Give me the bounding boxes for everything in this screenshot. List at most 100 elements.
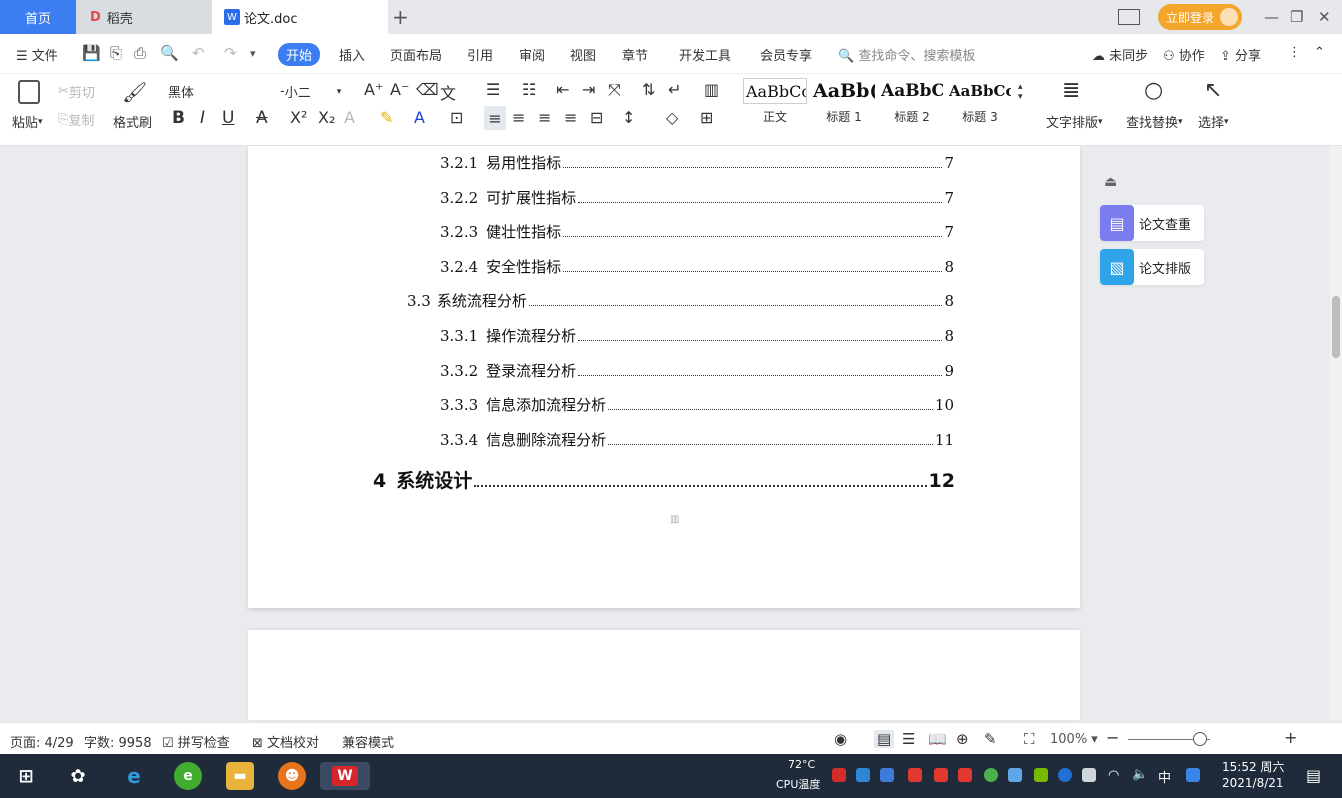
paste-button[interactable]: 粘贴 ▾ bbox=[12, 112, 43, 131]
text-layout-icon[interactable]: ≣ bbox=[1062, 78, 1080, 103]
windows-start-icon[interactable]: ⊞ bbox=[12, 762, 40, 790]
table-grid-icon[interactable]: ▥ bbox=[704, 80, 719, 99]
menu-page-layout[interactable]: 页面布局 bbox=[390, 45, 442, 64]
numbered-list-icon[interactable]: ☷ bbox=[522, 80, 536, 99]
print-icon[interactable]: ⎙ bbox=[134, 44, 146, 62]
zoom-in-icon[interactable]: + bbox=[1284, 728, 1297, 747]
toc-entry-chapter[interactable]: 4 系统设计 12 bbox=[373, 466, 955, 493]
toc-entry[interactable]: 3.3.1 操作流程分析 8 bbox=[440, 325, 954, 346]
word-count[interactable]: 字数: 9958 bbox=[84, 732, 152, 751]
toc-entry[interactable]: 3.3.4 信息删除流程分析 11 bbox=[440, 429, 954, 450]
char-border-icon[interactable]: ⊡ bbox=[450, 108, 463, 127]
browser-360-icon[interactable]: e bbox=[174, 762, 202, 790]
clock-time[interactable]: 15:52 周六 bbox=[1222, 758, 1284, 775]
shrink-font-icon[interactable]: A⁻ bbox=[390, 80, 409, 99]
menu-chapter[interactable]: 章节 bbox=[622, 45, 648, 64]
menu-insert[interactable]: 插入 bbox=[339, 45, 365, 64]
collaborate-button[interactable]: ⚇ 协作 bbox=[1163, 45, 1205, 64]
format-painter-icon[interactable]: 🖌 bbox=[122, 80, 147, 104]
grow-font-icon[interactable]: A⁺ bbox=[364, 80, 383, 99]
redo-icon[interactable]: ↷ bbox=[224, 44, 237, 62]
align-center-icon[interactable]: ≡ bbox=[512, 108, 525, 127]
tray-app-icon[interactable] bbox=[832, 768, 846, 782]
reading-view-icon[interactable]: 📖 bbox=[928, 730, 947, 748]
menu-member[interactable]: 会员专享 bbox=[760, 45, 812, 64]
find-replace-icon[interactable]: ○ bbox=[1144, 78, 1163, 103]
subscript-icon[interactable]: X₂ bbox=[318, 108, 335, 127]
menu-start[interactable]: 开始 bbox=[278, 43, 321, 66]
fit-page-icon[interactable]: ⛶ bbox=[1024, 730, 1035, 748]
paste-icon[interactable] bbox=[18, 80, 40, 104]
select-button[interactable]: 选择 ▾ bbox=[1198, 112, 1229, 131]
write-mode-icon[interactable]: ✎ bbox=[984, 730, 997, 748]
increase-indent-icon[interactable]: ⇥ bbox=[582, 80, 595, 99]
sort-icon[interactable]: ⇅ bbox=[642, 80, 655, 99]
font-family-select[interactable]: 黑体 bbox=[168, 82, 276, 101]
save-icon[interactable]: 💾 bbox=[82, 44, 101, 62]
outline-view-icon[interactable]: ☰ bbox=[902, 730, 915, 748]
highlight-icon[interactable]: ✎ bbox=[380, 108, 393, 127]
decrease-indent-icon[interactable]: ⇤ bbox=[556, 80, 569, 99]
new-tab-icon[interactable]: + bbox=[392, 5, 409, 29]
tray-bluetooth-icon[interactable] bbox=[1058, 768, 1072, 782]
menu-reference[interactable]: 引用 bbox=[467, 45, 493, 64]
web-view-icon[interactable]: ⊕ bbox=[956, 730, 969, 748]
bullet-list-icon[interactable]: ☰ bbox=[486, 80, 500, 99]
styles-scroll-icon[interactable]: ▴ ▾ bbox=[1018, 82, 1023, 102]
tab-home[interactable]: 首页 bbox=[0, 0, 76, 34]
login-button[interactable]: 立即登录 bbox=[1158, 4, 1242, 30]
file-menu[interactable]: ☰ 文件 bbox=[16, 45, 58, 64]
strikethrough-icon[interactable]: A bbox=[256, 108, 268, 128]
sync-status[interactable]: ☁ 未同步 bbox=[1092, 45, 1148, 64]
toc-entry[interactable]: 3.3.2 登录流程分析 9 bbox=[440, 360, 954, 381]
spell-check-button[interactable]: ☑ 拼写检查 bbox=[162, 732, 230, 751]
tab-document[interactable]: W 论文.doc bbox=[212, 0, 388, 34]
copy-button[interactable]: ⎘ 复制 bbox=[58, 110, 94, 129]
thesis-layout-button[interactable]: ▧ 论文排版 bbox=[1100, 249, 1204, 285]
distribute-icon[interactable]: ⊟ bbox=[590, 108, 603, 127]
font-size-select[interactable]: - 小二 ▾ bbox=[280, 82, 352, 101]
eye-protect-icon[interactable]: ◉ bbox=[834, 730, 847, 748]
clock-date[interactable]: 2021/8/21 bbox=[1222, 776, 1284, 790]
tray-qq-icon[interactable] bbox=[908, 768, 922, 782]
toc-entry[interactable]: 3.2.4 安全性指标 8 bbox=[440, 256, 954, 277]
tray-nvidia-icon[interactable] bbox=[1034, 768, 1048, 782]
justify-icon[interactable]: ≡ bbox=[564, 108, 577, 127]
tray-security-icon[interactable] bbox=[984, 768, 998, 782]
restore-icon[interactable]: ❐ bbox=[1290, 6, 1303, 28]
toc-entry[interactable]: 3.2.3 健壮性指标 7 bbox=[440, 221, 954, 242]
cut-button[interactable]: ✂ 剪切 bbox=[58, 82, 95, 101]
toc-entry[interactable]: 3.2.1 易用性指标 7 bbox=[440, 152, 954, 173]
undo-icon[interactable]: ↶ bbox=[192, 44, 205, 62]
window-layout-icon[interactable] bbox=[1118, 9, 1140, 25]
app-launcher-icon[interactable]: ✿ bbox=[64, 762, 92, 790]
font-color-icon[interactable]: A bbox=[414, 108, 425, 127]
show-marks-icon[interactable]: ↵ bbox=[668, 80, 681, 99]
clear-format-icon[interactable]: ⌫ bbox=[416, 80, 439, 99]
tray-qq-icon[interactable] bbox=[958, 768, 972, 782]
ime-indicator[interactable]: 中 bbox=[1158, 767, 1171, 786]
print-preview-icon[interactable]: 🔍 bbox=[160, 44, 179, 62]
tray-volume-icon[interactable]: 🔈 bbox=[1132, 767, 1148, 782]
tray-input-method-icon[interactable] bbox=[1186, 768, 1200, 782]
select-cursor-icon[interactable]: ↖ bbox=[1204, 78, 1222, 103]
quick-access-dropdown-icon[interactable]: ▾ bbox=[250, 47, 256, 60]
command-search[interactable]: 🔍 查找命令、搜索模板 bbox=[838, 45, 975, 64]
underline-icon[interactable]: U bbox=[222, 108, 234, 128]
proofread-button[interactable]: ⊠ 文档校对 bbox=[252, 732, 319, 751]
wps-office-icon[interactable]: W bbox=[320, 762, 370, 790]
close-icon[interactable]: ✕ bbox=[1318, 6, 1331, 28]
format-painter-button[interactable]: 格式刷 bbox=[113, 112, 152, 131]
document-page-next[interactable] bbox=[248, 630, 1080, 720]
style-heading-3[interactable]: AaBbCcl 标题 3 bbox=[948, 78, 1012, 130]
toc-entry[interactable]: 3.2.2 可扩展性指标 7 bbox=[440, 187, 954, 208]
share-button[interactable]: ⇪ 分享 bbox=[1220, 45, 1261, 64]
tray-network-app-icon[interactable] bbox=[856, 768, 870, 782]
thesis-check-button[interactable]: ▤ 论文查重 bbox=[1100, 205, 1204, 241]
tray-battery-icon[interactable] bbox=[1082, 768, 1096, 782]
tab-daoke[interactable]: D 稻壳 bbox=[76, 0, 212, 34]
file-explorer-icon[interactable]: ▬ bbox=[226, 762, 254, 790]
panel-collapse-icon[interactable]: ⏏ bbox=[1104, 174, 1117, 190]
zoom-slider-knob[interactable] bbox=[1193, 732, 1207, 746]
scrollbar-thumb[interactable] bbox=[1332, 296, 1340, 358]
